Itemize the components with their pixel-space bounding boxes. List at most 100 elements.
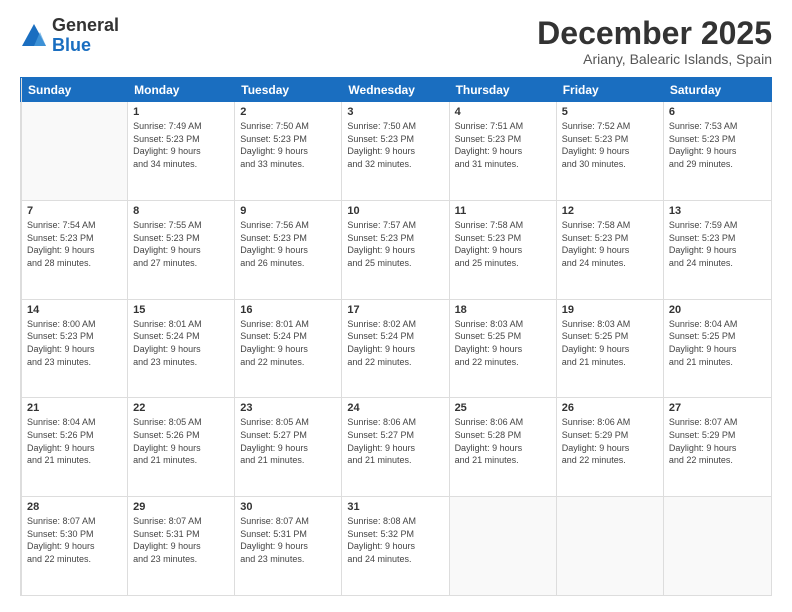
day-info: Sunrise: 7:53 AM Sunset: 5:23 PM Dayligh… xyxy=(669,120,766,170)
header-day-friday: Friday xyxy=(557,78,664,102)
day-info: Sunrise: 7:58 AM Sunset: 5:23 PM Dayligh… xyxy=(562,219,658,269)
calendar-cell: 18Sunrise: 8:03 AM Sunset: 5:25 PM Dayli… xyxy=(450,300,557,398)
day-info: Sunrise: 8:08 AM Sunset: 5:32 PM Dayligh… xyxy=(347,515,443,565)
day-info: Sunrise: 8:06 AM Sunset: 5:27 PM Dayligh… xyxy=(347,416,443,466)
logo-blue: Blue xyxy=(52,36,119,56)
calendar: SundayMondayTuesdayWednesdayThursdayFrid… xyxy=(20,77,772,596)
calendar-cell: 7Sunrise: 7:54 AM Sunset: 5:23 PM Daylig… xyxy=(21,201,128,299)
day-info: Sunrise: 7:52 AM Sunset: 5:23 PM Dayligh… xyxy=(562,120,658,170)
calendar-cell: 25 Sunrise: 8:06 AM Sunset: 5:28 PM Dayli… xyxy=(450,398,557,496)
day-number: 15 xyxy=(133,304,229,316)
subtitle: Ariany, Balearic Islands, Spain xyxy=(537,51,772,67)
calendar-week-4: 21 Sunrise: 8:04 AM Sunset: 5:26 PM Dayli… xyxy=(21,398,771,497)
day-info: Sunrise: 8:06 AM Sunset: 5:28 PM Dayligh… xyxy=(455,416,551,466)
calendar-cell: 19 Sunrise: 8:03 AM Sunset: 5:25 PM Dayli… xyxy=(557,300,664,398)
page: General Blue December 2025 Ariany, Balea… xyxy=(0,0,792,612)
calendar-header: SundayMondayTuesdayWednesdayThursdayFrid… xyxy=(20,77,772,102)
calendar-cell: 21 Sunrise: 8:04 AM Sunset: 5:26 PM Dayli… xyxy=(21,398,128,496)
day-info: Sunrise: 8:03 AM Sunset: 5:25 PM Dayligh… xyxy=(455,318,551,368)
day-number: 12 xyxy=(562,205,658,217)
calendar-cell: 6 Sunrise: 7:53 AM Sunset: 5:23 PM Daylig… xyxy=(664,102,771,200)
calendar-cell: 31 Sunrise: 8:08 AM Sunset: 5:32 PM Dayli… xyxy=(342,497,449,595)
day-number: 14 xyxy=(27,304,122,316)
day-info: Sunrise: 8:07 AM Sunset: 5:29 PM Dayligh… xyxy=(669,416,766,466)
day-number: 30 xyxy=(240,501,336,513)
header: General Blue December 2025 Ariany, Balea… xyxy=(20,16,772,67)
calendar-week-5: 28Sunrise: 8:07 AM Sunset: 5:30 PM Dayli… xyxy=(21,497,771,595)
day-number: 20 xyxy=(669,304,766,316)
day-info: Sunrise: 7:51 AM Sunset: 5:23 PM Dayligh… xyxy=(455,120,551,170)
day-number: 21 xyxy=(27,402,122,414)
day-number: 1 xyxy=(133,106,229,118)
day-info: Sunrise: 8:00 AM Sunset: 5:23 PM Dayligh… xyxy=(27,318,122,368)
calendar-cell xyxy=(21,102,128,200)
calendar-cell: 13Sunrise: 7:59 AM Sunset: 5:23 PM Dayli… xyxy=(664,201,771,299)
calendar-cell: 16Sunrise: 8:01 AM Sunset: 5:24 PM Dayli… xyxy=(235,300,342,398)
calendar-cell: 24 Sunrise: 8:06 AM Sunset: 5:27 PM Dayli… xyxy=(342,398,449,496)
title-section: December 2025 Ariany, Balearic Islands, … xyxy=(537,16,772,67)
day-number: 9 xyxy=(240,205,336,217)
day-number: 19 xyxy=(562,304,658,316)
header-day-sunday: Sunday xyxy=(21,78,128,102)
calendar-cell xyxy=(664,497,771,595)
day-number: 11 xyxy=(455,205,551,217)
day-number: 29 xyxy=(133,501,229,513)
day-info: Sunrise: 8:05 AM Sunset: 5:27 PM Dayligh… xyxy=(240,416,336,466)
calendar-cell: 9 Sunrise: 7:56 AM Sunset: 5:23 PM Daylig… xyxy=(235,201,342,299)
day-number: 8 xyxy=(133,205,229,217)
day-number: 24 xyxy=(347,402,443,414)
calendar-week-1: 1 Sunrise: 7:49 AM Sunset: 5:23 PM Daylig… xyxy=(21,102,771,201)
day-info: Sunrise: 8:01 AM Sunset: 5:24 PM Dayligh… xyxy=(240,318,336,368)
day-number: 5 xyxy=(562,106,658,118)
calendar-cell: 29 Sunrise: 8:07 AM Sunset: 5:31 PM Dayli… xyxy=(128,497,235,595)
logo-general: General xyxy=(52,16,119,36)
header-day-thursday: Thursday xyxy=(450,78,557,102)
day-number: 3 xyxy=(347,106,443,118)
day-number: 7 xyxy=(27,205,122,217)
day-number: 23 xyxy=(240,402,336,414)
logo: General Blue xyxy=(20,16,119,56)
header-day-wednesday: Wednesday xyxy=(342,78,449,102)
calendar-body: 1 Sunrise: 7:49 AM Sunset: 5:23 PM Daylig… xyxy=(20,102,772,596)
calendar-cell: 28Sunrise: 8:07 AM Sunset: 5:30 PM Dayli… xyxy=(21,497,128,595)
calendar-cell: 14 Sunrise: 8:00 AM Sunset: 5:23 PM Dayli… xyxy=(21,300,128,398)
calendar-week-2: 7Sunrise: 7:54 AM Sunset: 5:23 PM Daylig… xyxy=(21,201,771,300)
day-number: 17 xyxy=(347,304,443,316)
day-info: Sunrise: 8:03 AM Sunset: 5:25 PM Dayligh… xyxy=(562,318,658,368)
calendar-cell: 26 Sunrise: 8:06 AM Sunset: 5:29 PM Dayli… xyxy=(557,398,664,496)
day-info: Sunrise: 7:49 AM Sunset: 5:23 PM Dayligh… xyxy=(133,120,229,170)
main-title: December 2025 xyxy=(537,16,772,51)
day-info: Sunrise: 8:01 AM Sunset: 5:24 PM Dayligh… xyxy=(133,318,229,368)
day-info: Sunrise: 8:04 AM Sunset: 5:26 PM Dayligh… xyxy=(27,416,122,466)
calendar-cell: 27Sunrise: 8:07 AM Sunset: 5:29 PM Dayli… xyxy=(664,398,771,496)
calendar-cell: 2Sunrise: 7:50 AM Sunset: 5:23 PM Daylig… xyxy=(235,102,342,200)
day-number: 25 xyxy=(455,402,551,414)
day-info: Sunrise: 8:02 AM Sunset: 5:24 PM Dayligh… xyxy=(347,318,443,368)
header-day-tuesday: Tuesday xyxy=(235,78,342,102)
calendar-cell: 8Sunrise: 7:55 AM Sunset: 5:23 PM Daylig… xyxy=(128,201,235,299)
day-number: 31 xyxy=(347,501,443,513)
day-number: 2 xyxy=(240,106,336,118)
day-info: Sunrise: 8:07 AM Sunset: 5:30 PM Dayligh… xyxy=(27,515,122,565)
calendar-cell: 22Sunrise: 8:05 AM Sunset: 5:26 PM Dayli… xyxy=(128,398,235,496)
day-info: Sunrise: 8:06 AM Sunset: 5:29 PM Dayligh… xyxy=(562,416,658,466)
day-info: Sunrise: 7:50 AM Sunset: 5:23 PM Dayligh… xyxy=(347,120,443,170)
header-day-saturday: Saturday xyxy=(664,78,771,102)
day-number: 22 xyxy=(133,402,229,414)
calendar-cell: 17 Sunrise: 8:02 AM Sunset: 5:24 PM Dayli… xyxy=(342,300,449,398)
day-info: Sunrise: 8:07 AM Sunset: 5:31 PM Dayligh… xyxy=(133,515,229,565)
calendar-cell: 15 Sunrise: 8:01 AM Sunset: 5:24 PM Dayli… xyxy=(128,300,235,398)
calendar-cell: 1 Sunrise: 7:49 AM Sunset: 5:23 PM Daylig… xyxy=(128,102,235,200)
day-number: 4 xyxy=(455,106,551,118)
day-number: 6 xyxy=(669,106,766,118)
day-info: Sunrise: 7:56 AM Sunset: 5:23 PM Dayligh… xyxy=(240,219,336,269)
day-number: 26 xyxy=(562,402,658,414)
calendar-cell: 23 Sunrise: 8:05 AM Sunset: 5:27 PM Dayli… xyxy=(235,398,342,496)
calendar-cell: 10Sunrise: 7:57 AM Sunset: 5:23 PM Dayli… xyxy=(342,201,449,299)
header-day-monday: Monday xyxy=(128,78,235,102)
calendar-cell: 20Sunrise: 8:04 AM Sunset: 5:25 PM Dayli… xyxy=(664,300,771,398)
day-number: 10 xyxy=(347,205,443,217)
calendar-cell: 5 Sunrise: 7:52 AM Sunset: 5:23 PM Daylig… xyxy=(557,102,664,200)
calendar-cell: 3 Sunrise: 7:50 AM Sunset: 5:23 PM Daylig… xyxy=(342,102,449,200)
calendar-cell xyxy=(557,497,664,595)
